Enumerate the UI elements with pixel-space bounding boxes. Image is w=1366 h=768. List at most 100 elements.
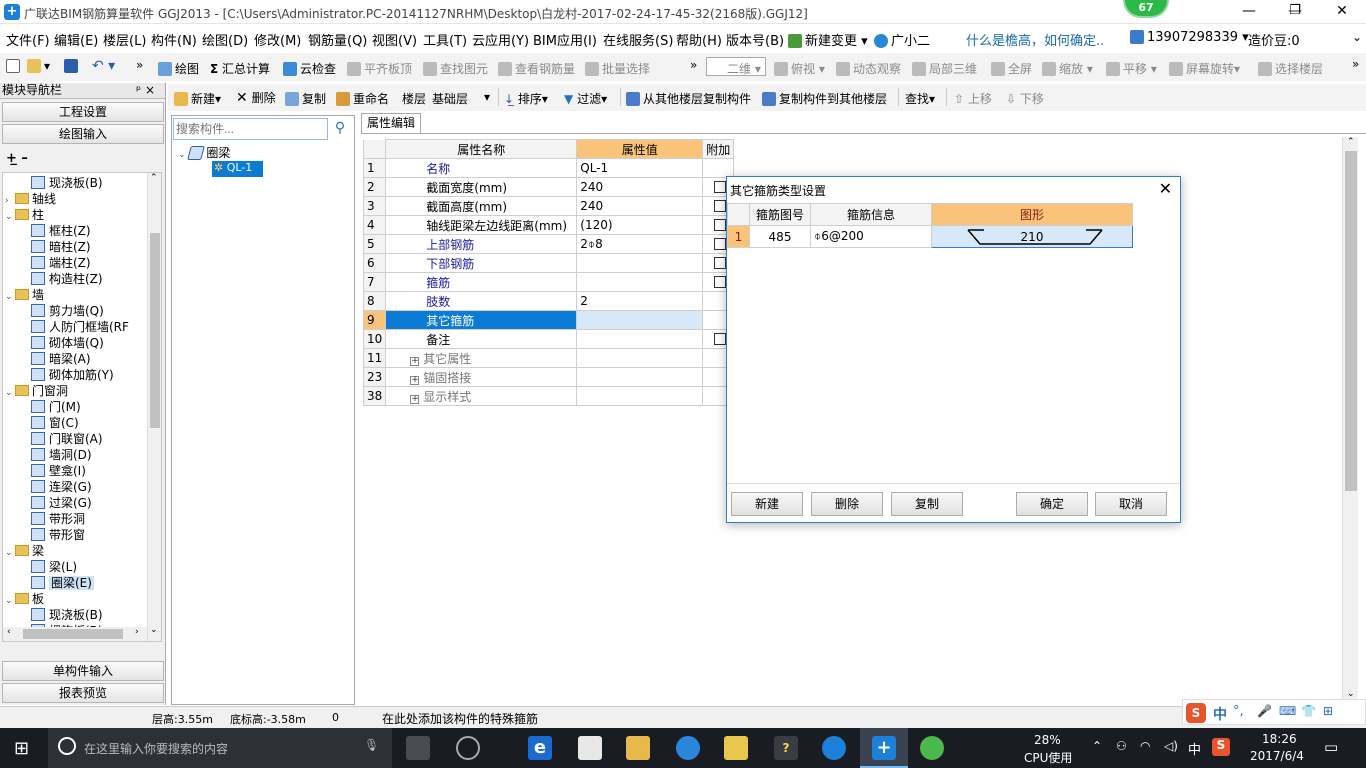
expand-toggle-icon[interactable]: ⌄ xyxy=(5,385,15,401)
menu-file[interactable]: 文件(F) xyxy=(6,30,50,49)
property-row[interactable]: 8 肢数 2 xyxy=(362,291,735,311)
top-view-button[interactable]: 俯视 ▾ xyxy=(774,60,825,77)
report-preview-button[interactable]: 报表预览 xyxy=(2,683,164,703)
glodon-g-icon[interactable] xyxy=(822,736,846,760)
scroll-down-icon[interactable]: ⌄ xyxy=(150,625,158,635)
clock-date[interactable]: 2017/6/4 xyxy=(1250,749,1304,763)
property-row[interactable]: 1 名称 QL-1 xyxy=(362,158,735,178)
tree-item[interactable]: 带形窗 xyxy=(31,527,85,543)
green-app-icon[interactable] xyxy=(920,736,944,760)
add-checkbox[interactable] xyxy=(714,333,727,345)
tree-item[interactable]: 砌体墙(Q) xyxy=(31,335,104,351)
task-view-icon[interactable] xyxy=(406,736,430,760)
rename-button[interactable]: 重命名 xyxy=(336,90,389,107)
new-file-icon[interactable] xyxy=(6,59,23,73)
expand-plus-icon[interactable]: + xyxy=(410,375,420,385)
single-input-button[interactable]: 单构件输入 xyxy=(2,661,164,681)
local-3d-button[interactable]: 局部三维 xyxy=(912,60,977,77)
menu-view[interactable]: 视图(V) xyxy=(372,30,417,49)
tree-item[interactable]: 连梁(G) xyxy=(31,479,92,495)
tree-item[interactable]: 构造柱(Z) xyxy=(31,271,103,287)
toolbar1-overflow-icon[interactable]: » xyxy=(690,58,697,72)
view-rebar-button[interactable]: 查看钢筋量 xyxy=(498,60,575,77)
component-search-input[interactable] xyxy=(173,118,328,140)
move-down-button[interactable]: ⇩ 下移 xyxy=(1006,90,1044,107)
tree-folder[interactable]: ⌄ 梁 xyxy=(5,543,44,559)
scroll-down-icon[interactable]: ⌄ xyxy=(1347,689,1355,699)
user-account[interactable]: 13907298339 ▾ xyxy=(1130,30,1249,45)
app-swirl-icon[interactable] xyxy=(456,736,480,760)
search-icon[interactable]: ⚲ xyxy=(330,120,350,138)
fullscreen-button[interactable]: 全屏 xyxy=(991,60,1032,77)
property-scroll-thumb[interactable] xyxy=(1345,151,1357,491)
tree-item[interactable]: 带形洞 xyxy=(31,511,85,527)
property-row[interactable]: 3 截面高度(mm) 240 xyxy=(362,196,735,216)
microphone-icon[interactable]: 🎙 xyxy=(364,738,379,752)
menu-rebar[interactable]: 钢筋量(Q) xyxy=(308,30,367,49)
property-row[interactable]: 7 箍筋 xyxy=(362,272,735,292)
menu-help[interactable]: 帮助(H) xyxy=(676,30,722,49)
expand-toggle-icon[interactable]: ⌄ xyxy=(5,593,15,609)
tree-vscroll[interactable]: ⌃ ⌄ xyxy=(147,173,161,641)
dialog-close-icon[interactable]: ✕ xyxy=(1159,179,1172,198)
sogou-logo-icon[interactable]: S xyxy=(1186,703,1206,723)
stirrup-shape-cell[interactable]: 210 xyxy=(931,225,1133,248)
close-button[interactable]: ✕ xyxy=(1318,0,1366,24)
toolbar-overflow-icon[interactable]: » xyxy=(136,58,143,72)
menu-floor[interactable]: 楼层(L) xyxy=(103,30,146,49)
windows-start-icon[interactable]: ⊞ xyxy=(14,738,29,759)
dialog-ok-button[interactable]: 确定 xyxy=(1016,492,1088,516)
edge-browser-icon[interactable]: e xyxy=(528,736,552,760)
help-app-icon[interactable]: ? xyxy=(774,736,798,760)
expand-toggle-icon[interactable]: ⌄ xyxy=(5,209,15,225)
menu-overflow-chevron-icon[interactable]: ⌄ xyxy=(1352,30,1362,44)
tree-item[interactable]: 砌体加筋(Y) xyxy=(31,367,114,383)
notification-center-icon[interactable]: ▭ xyxy=(1324,738,1338,756)
wifi-icon[interactable]: ◠ xyxy=(1140,739,1150,753)
volume-icon[interactable]: ◁) xyxy=(1164,739,1178,753)
restore-button[interactable]: ❐ xyxy=(1272,0,1318,24)
menu-new-change[interactable]: 新建变更 ▾ xyxy=(788,30,868,49)
dialog-cancel-button[interactable]: 取消 xyxy=(1095,492,1167,516)
tree-item[interactable]: 过梁(G) xyxy=(31,495,92,511)
tree-item[interactable]: 圈梁(E) xyxy=(31,575,94,591)
tree-item[interactable]: 现浇板(B) xyxy=(31,175,103,191)
menu-tools[interactable]: 工具(T) xyxy=(423,30,467,49)
tree-folder[interactable]: ⌄ 柱 xyxy=(5,207,44,223)
property-row[interactable]: 9 其它箍筋 xyxy=(362,310,735,330)
draw-button[interactable]: 绘图 xyxy=(158,60,199,77)
tree-item[interactable]: 暗柱(Z) xyxy=(31,239,91,255)
property-value-cell[interactable] xyxy=(576,310,704,330)
tree-hscroll[interactable]: ‹ › xyxy=(3,627,147,641)
pan-button[interactable]: 平移 ▾ xyxy=(1106,60,1157,77)
property-value-cell[interactable]: QL-1 xyxy=(576,158,704,178)
property-row[interactable]: 4 轴线距梁左边线距离(mm) (120) xyxy=(362,215,735,235)
stirrup-info-cell[interactable]: ⌽6@200 xyxy=(810,225,932,248)
move-up-button[interactable]: ⇧ 上移 xyxy=(954,90,992,107)
add-checkbox[interactable] xyxy=(714,200,727,212)
skin-icon[interactable]: 👕 xyxy=(1301,704,1316,718)
file-explorer-icon[interactable] xyxy=(626,736,650,760)
tree-scroll-thumb[interactable] xyxy=(150,233,160,428)
add-checkbox[interactable] xyxy=(714,238,727,250)
copy-from-floor-button[interactable]: 从其他楼层复制构件 xyxy=(626,90,751,107)
property-value-cell[interactable]: 2⌽8 xyxy=(576,234,704,254)
menu-modify[interactable]: 修改(M) xyxy=(254,30,301,49)
rotate-screen-button[interactable]: 屏幕旋转▾ xyxy=(1169,60,1240,77)
menu-cloud[interactable]: 云应用(Y) xyxy=(472,30,529,49)
menu-guangxiaoer[interactable]: 广小二 xyxy=(874,30,930,49)
ime-chinese-mode[interactable]: 中 xyxy=(1213,704,1227,724)
property-value-cell[interactable] xyxy=(576,329,704,349)
property-row[interactable]: 38 + 显示样式 xyxy=(362,386,735,406)
property-row[interactable]: 6 下部钢筋 xyxy=(362,253,735,273)
find-element-button[interactable]: 查找图元 xyxy=(423,60,488,77)
property-vscroll[interactable]: ⌃ ⌄ xyxy=(1342,137,1358,705)
menu-draw[interactable]: 绘图(D) xyxy=(202,30,248,49)
menu-bim[interactable]: BIM应用(I) xyxy=(533,30,597,49)
tree-folder[interactable]: ⌄ 板 xyxy=(5,591,44,607)
property-value-cell[interactable]: 240 xyxy=(576,177,704,197)
microphone-icon[interactable]: 🎤 xyxy=(1257,704,1272,718)
property-row[interactable]: 2 截面宽度(mm) 240 xyxy=(362,177,735,197)
toolbar1-end-overflow-icon[interactable]: » xyxy=(1352,57,1359,71)
menu-component[interactable]: 构件(N) xyxy=(151,30,197,49)
